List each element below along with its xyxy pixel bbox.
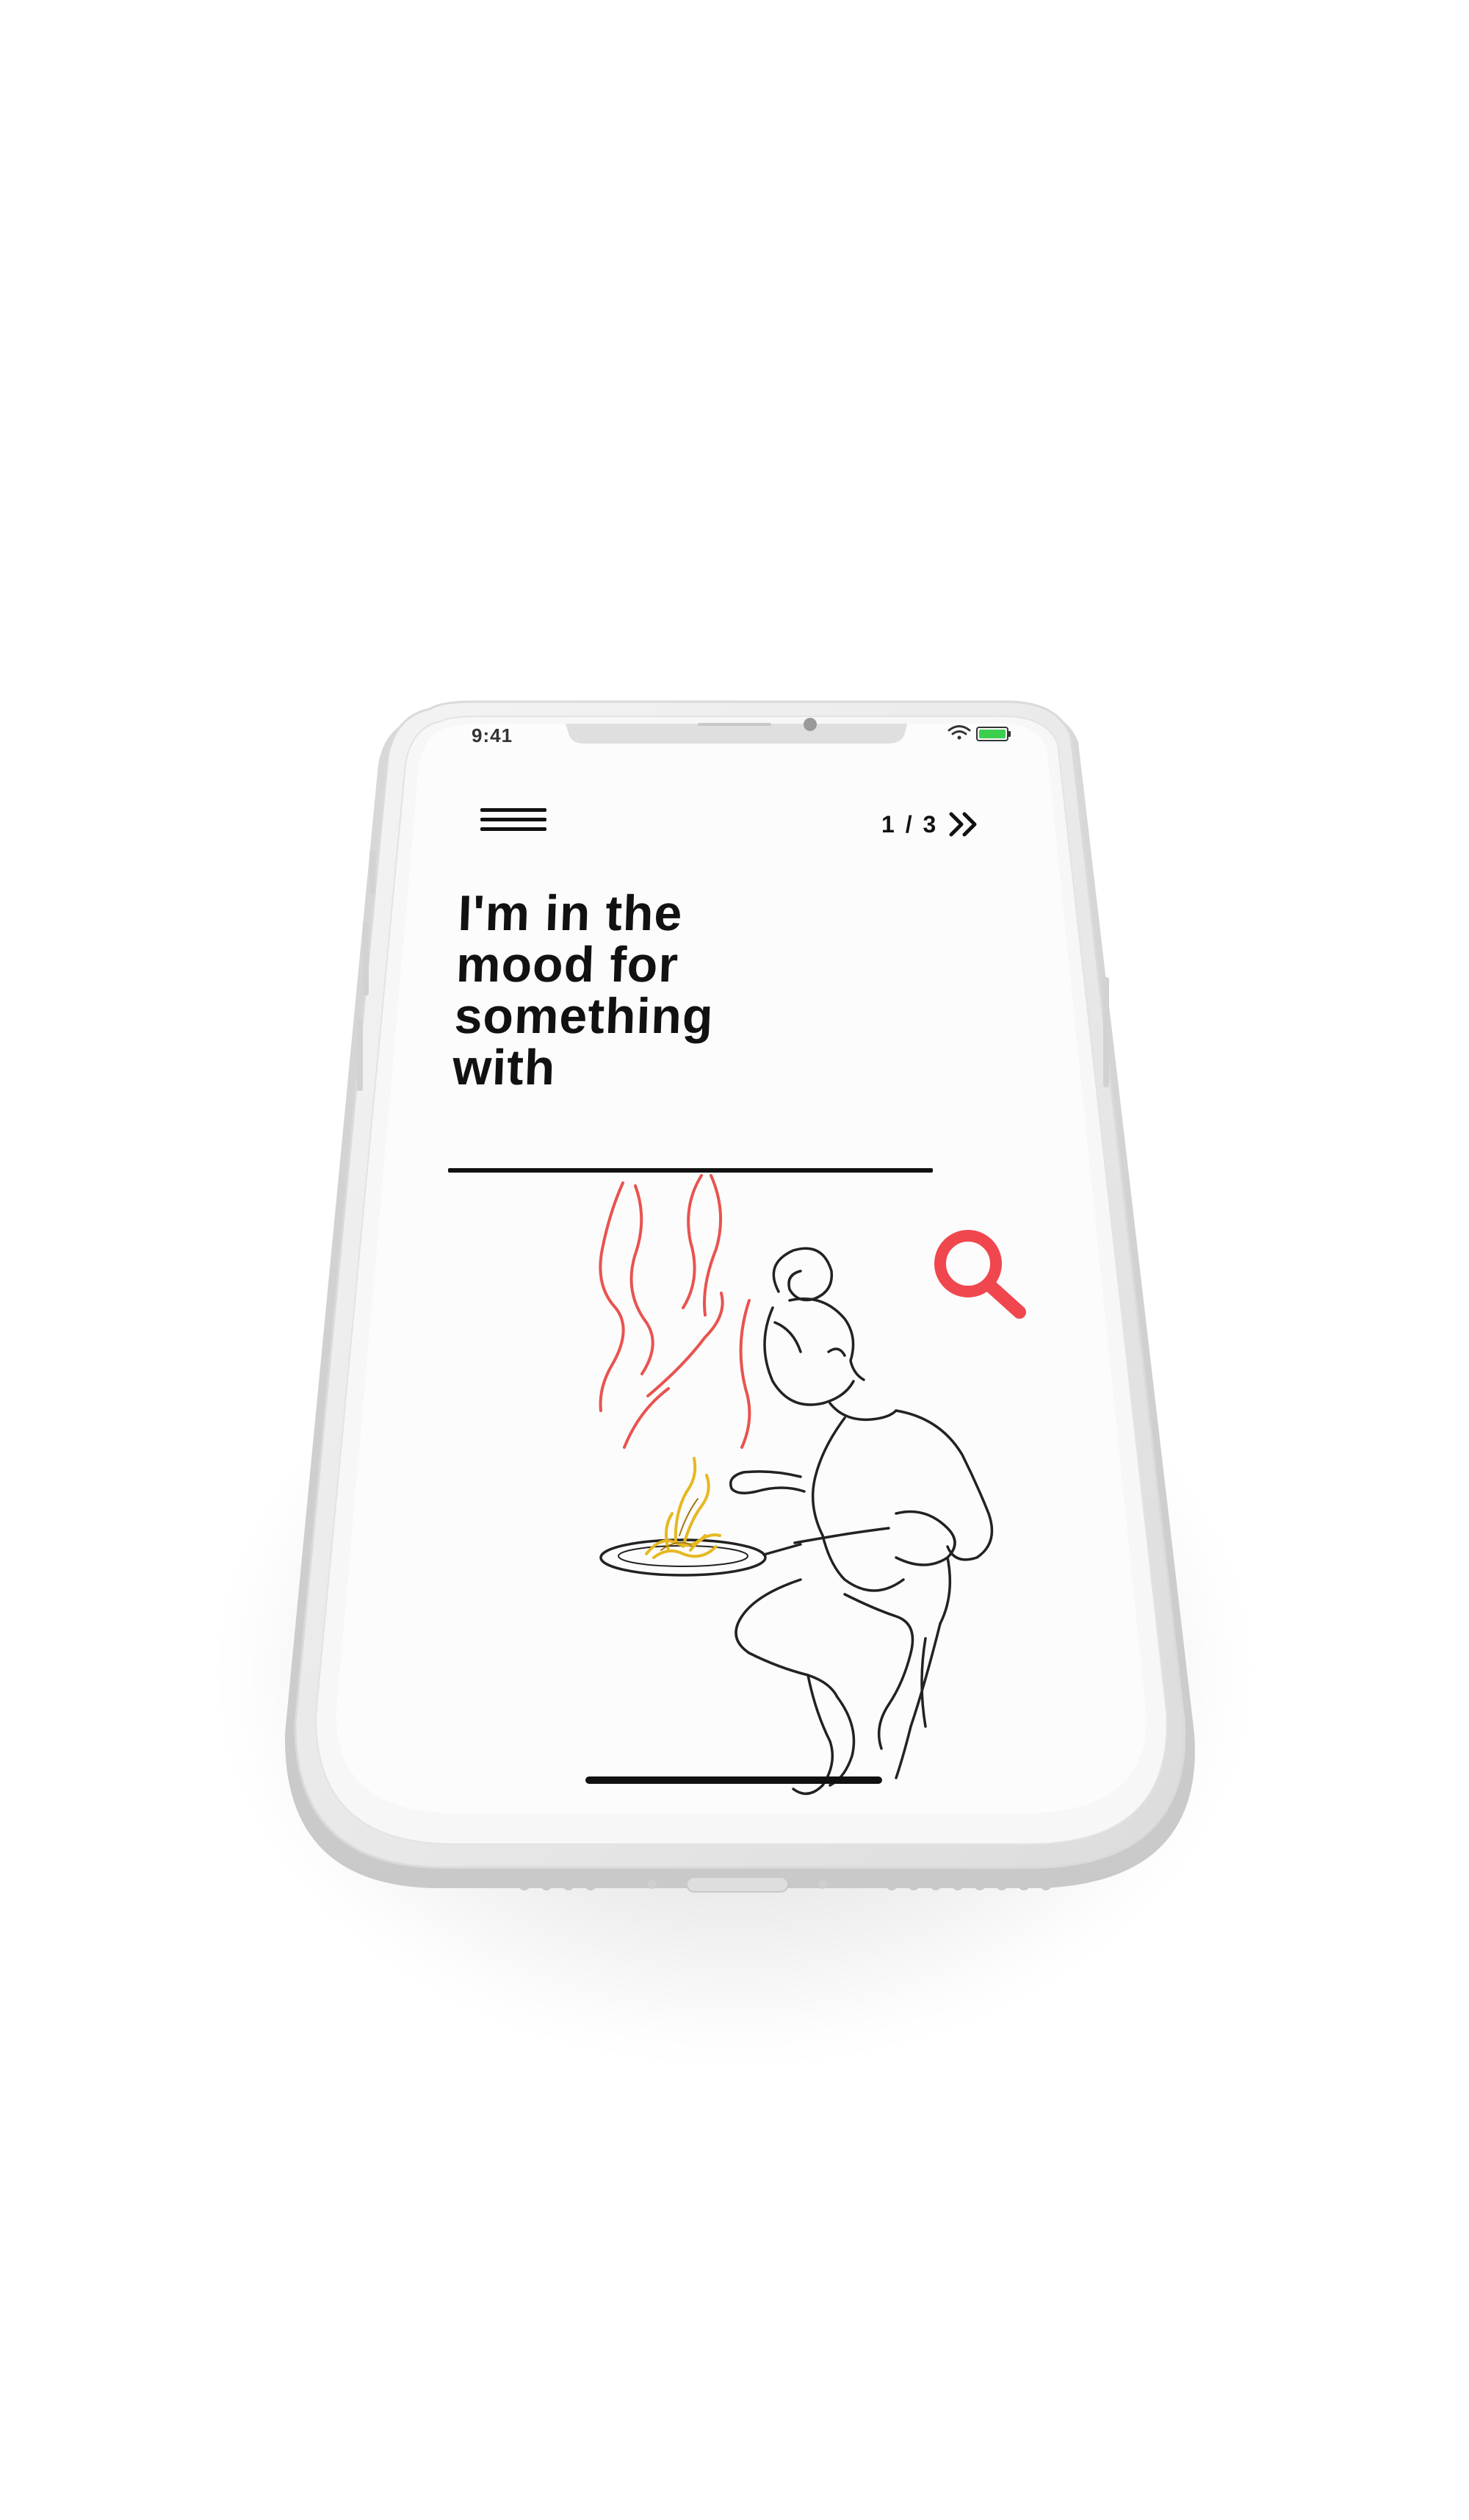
charging-port — [686, 1876, 789, 1893]
page-title: I'm in the mood for something with — [452, 885, 715, 1095]
volume-up-button — [363, 922, 369, 996]
mockup-stage: 9:41 1 / 3 I'm in the mood for something… — [0, 0, 1469, 2520]
speaker-grille — [698, 723, 771, 726]
mute-switch — [369, 851, 375, 893]
pasta-plate — [599, 1538, 802, 1577]
power-button — [1103, 977, 1109, 1087]
status-icons — [948, 725, 1011, 741]
battery-icon — [976, 727, 1011, 741]
screw-right — [818, 1880, 827, 1889]
double-chevron-right-icon — [949, 812, 977, 837]
hamburger-menu-icon[interactable] — [480, 808, 546, 838]
home-indicator[interactable] — [585, 1776, 882, 1784]
wifi-icon — [948, 725, 971, 740]
volume-down-button — [357, 1018, 363, 1091]
status-time: 9:41 — [472, 724, 513, 746]
steam-lines — [599, 1174, 751, 1449]
notch — [566, 724, 907, 744]
search-icon[interactable] — [923, 1218, 1040, 1336]
pager-next-button[interactable]: 1 / 3 — [881, 808, 982, 840]
front-camera — [804, 718, 817, 731]
pager-label: 1 / 3 — [881, 810, 939, 838]
screw-left — [648, 1880, 657, 1889]
ingredient-search-input[interactable] — [452, 1102, 932, 1162]
